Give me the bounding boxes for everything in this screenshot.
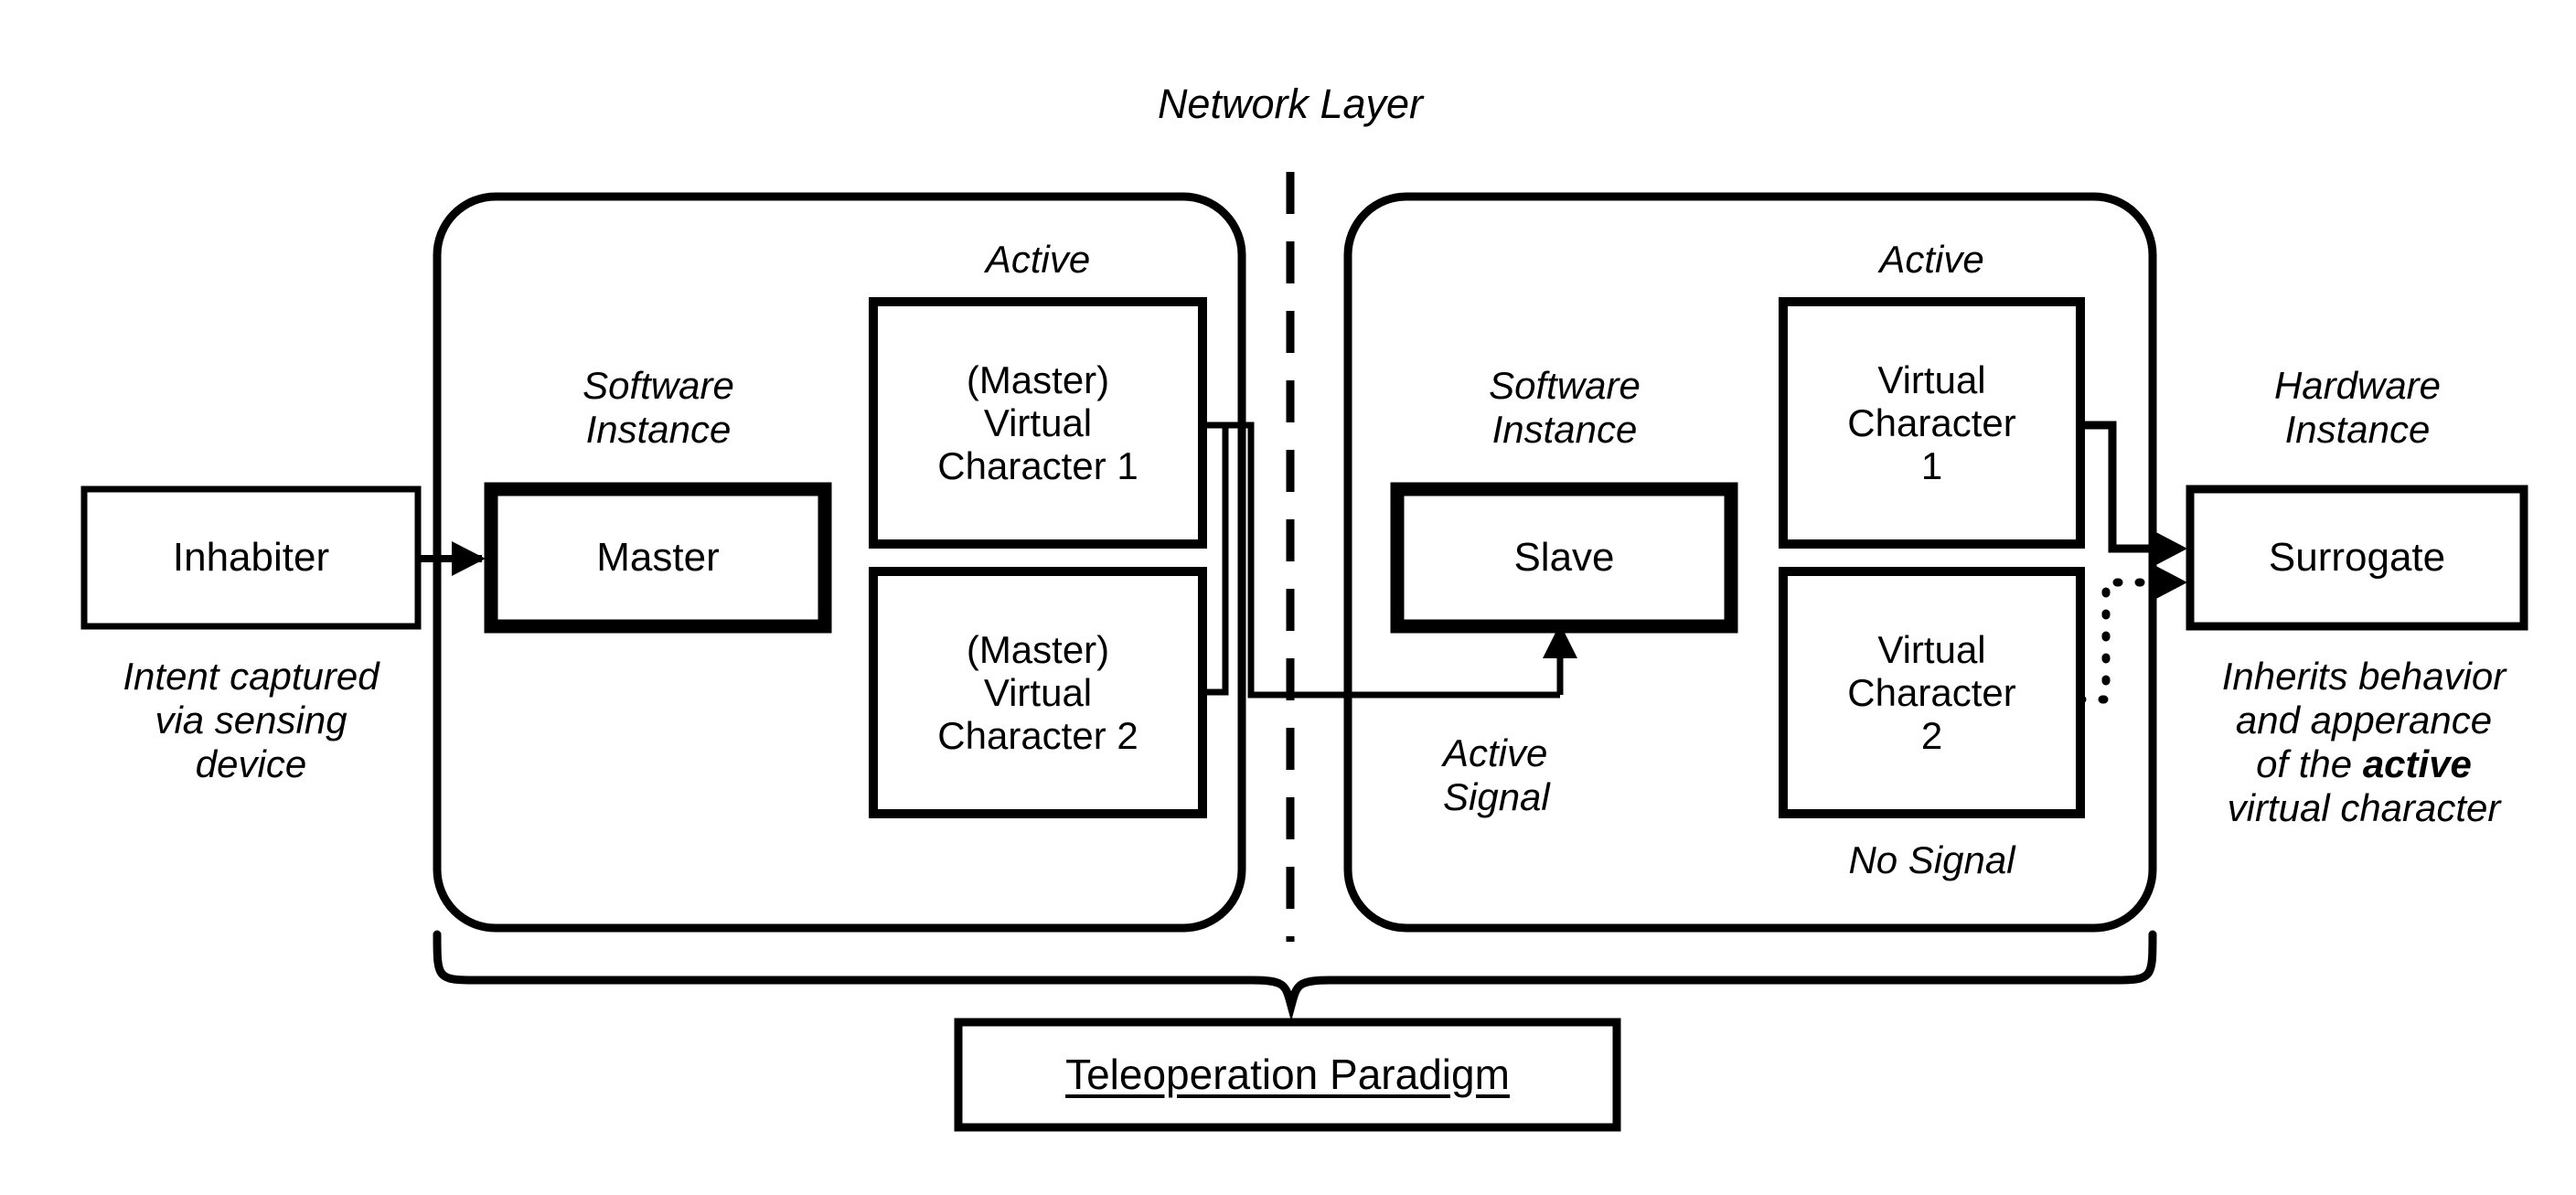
vc1-to-surrogate-connector (2080, 421, 2171, 553)
slave-label: Slave (1513, 535, 1615, 581)
right-active-label: Active (1879, 238, 1984, 281)
teleoperation-paradigm-text: Teleoperation Paradigm (1065, 1050, 1510, 1098)
teleoperation-brace (433, 930, 2157, 1022)
hardware-instance-caption: Hardware Instance (2273, 364, 2442, 451)
left-software-instance-caption: Software Instance (583, 364, 734, 451)
right-software-instance-caption: Software Instance (1489, 364, 1641, 451)
surrogate-caption-post: virtual character (2227, 785, 2501, 829)
inhabiter-caption: Intent captured via sensing device (123, 655, 379, 785)
master-label: Master (596, 535, 720, 581)
teleoperation-paradigm-label: Teleoperation Paradigm (958, 1022, 1617, 1127)
surrogate-caption-emphasis: active (2362, 742, 2472, 785)
left-active-label: Active (985, 238, 1091, 281)
inhabiter-label: Inhabiter (172, 535, 330, 581)
inhabiter-to-master-arrowhead (452, 541, 486, 576)
master-virtual-character-2-label: (Master) Virtual Character 2 (937, 627, 1138, 758)
surrogate-caption: Inherits behavior and apperance of the a… (2158, 655, 2570, 830)
network-layer-label: Network Layer (1157, 80, 1424, 127)
virtual-character-2-label: Virtual Character 2 (1847, 627, 2016, 758)
diagram-canvas: Network Layer Inhabiter Intent captured … (0, 0, 2576, 1195)
surrogate-label: Surrogate (2268, 535, 2446, 581)
active-signal-label: Active Signal (1443, 731, 1550, 818)
vc2-to-surrogate-arrowhead (2151, 563, 2187, 602)
vc1-to-surrogate-arrowhead (2151, 529, 2187, 568)
virtual-character-1-label: Virtual Character 1 (1847, 357, 2016, 488)
no-signal-label: No Signal (1848, 838, 2015, 881)
master-virtual-character-1-label: (Master) Virtual Character 1 (937, 357, 1138, 488)
